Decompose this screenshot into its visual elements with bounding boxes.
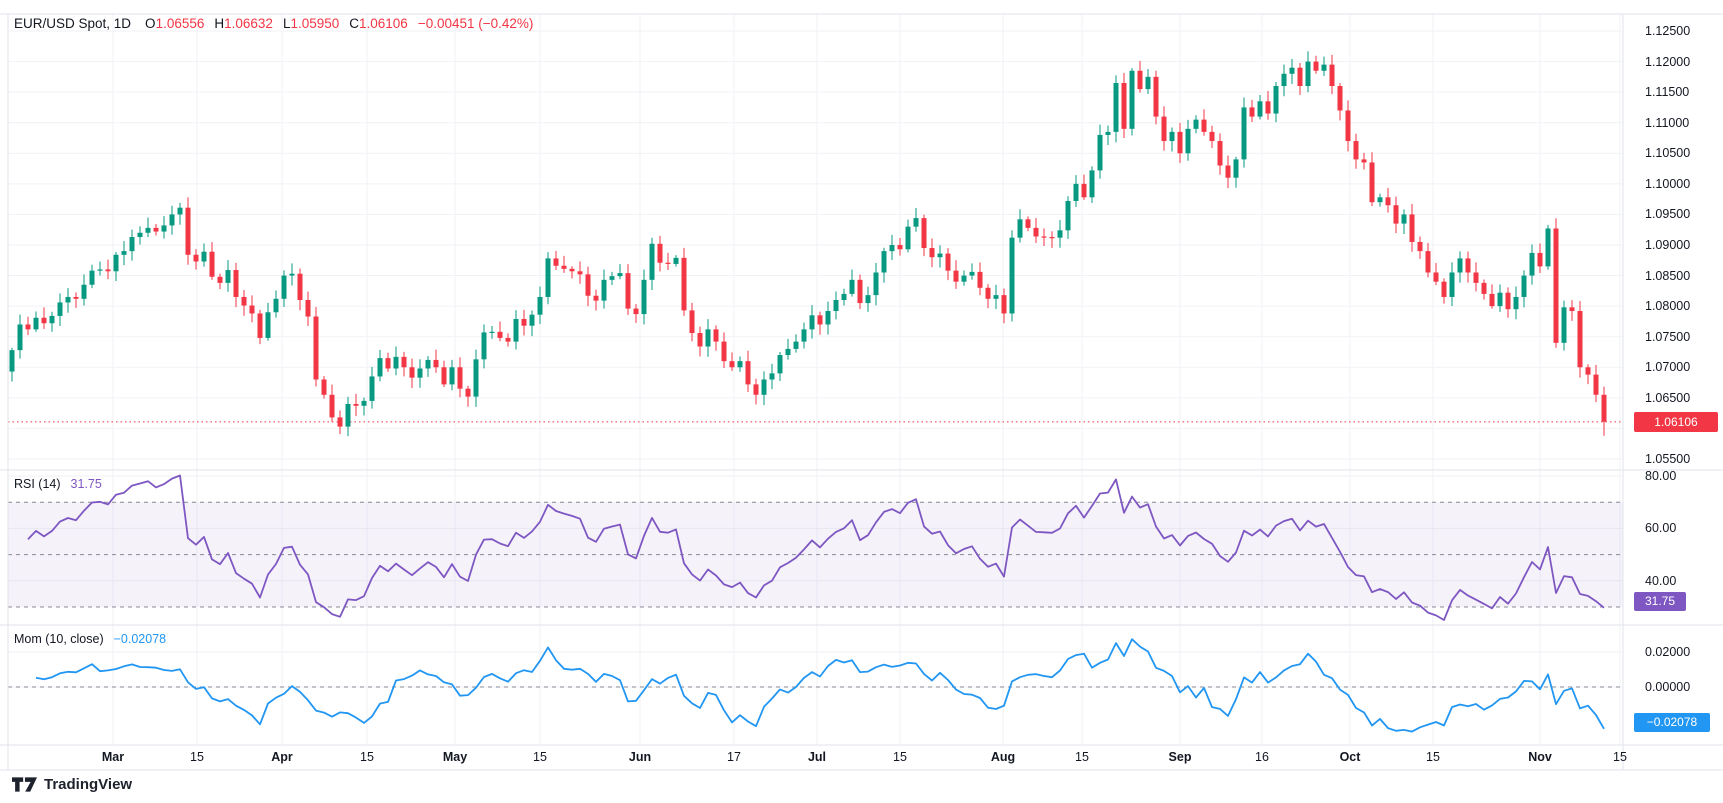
- momentum-legend[interactable]: Mom (10, close) −0.02078: [14, 632, 166, 646]
- pane-borders: [0, 14, 1723, 770]
- symbol-legend[interactable]: EUR/USD Spot, 1D O1.06556 H1.06632 L1.05950…: [14, 16, 533, 31]
- tradingview-chart-window: EUR/USD Spot, 1D O1.06556 H1.06632 L1.05950…: [0, 0, 1723, 803]
- momentum-value: −0.02078: [114, 632, 166, 646]
- tradingview-logo-icon: [12, 777, 37, 792]
- momentum-value-badge: −0.02078: [1634, 713, 1710, 732]
- gridlines: [8, 14, 1623, 745]
- rsi-band: [8, 422, 1623, 687]
- tradingview-logo-text: TradingView: [44, 776, 132, 793]
- tradingview-logo[interactable]: TradingView: [12, 776, 132, 793]
- momentum-label[interactable]: Mom (10, close): [14, 632, 104, 646]
- momentum-line: [36, 639, 1604, 731]
- ohlc-values: O1.06556 H1.06632 L1.05950 C1.06106: [145, 16, 418, 31]
- candlestick-series[interactable]: [10, 51, 1607, 436]
- change-value: −0.00451 (−0.42%): [418, 16, 534, 31]
- rsi-label[interactable]: RSI (14): [14, 477, 61, 491]
- ohlc-field: L1.05950: [283, 16, 339, 31]
- ohlc-field: H1.06632: [214, 16, 273, 31]
- rsi-value: 31.75: [71, 477, 102, 491]
- symbol-title[interactable]: EUR/USD Spot, 1D: [14, 16, 131, 31]
- rsi-value-badge: 31.75: [1634, 592, 1686, 611]
- last-price-badge: 1.06106: [1634, 412, 1718, 432]
- ohlc-field: O1.06556: [145, 16, 204, 31]
- chart-canvas[interactable]: [0, 0, 1723, 803]
- ohlc-field: C1.06106: [349, 16, 408, 31]
- rsi-legend[interactable]: RSI (14) 31.75: [14, 477, 102, 491]
